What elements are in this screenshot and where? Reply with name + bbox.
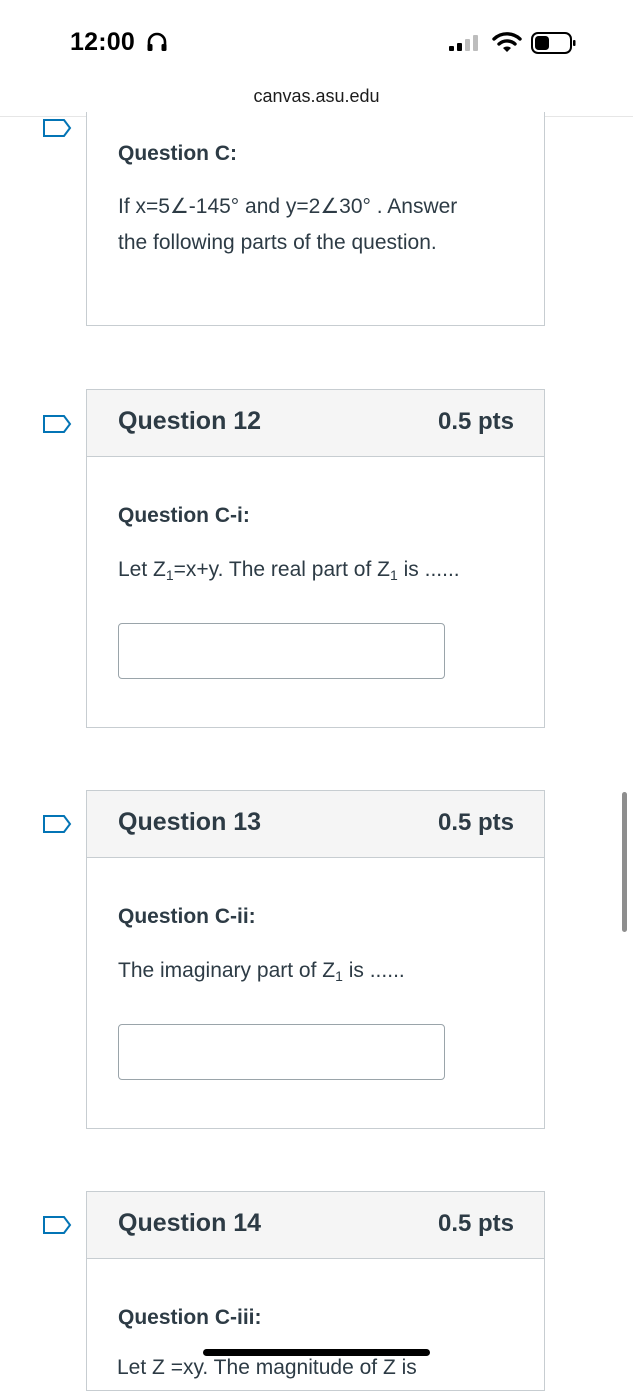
flag-question-icon[interactable] [42, 1215, 72, 1235]
stem-label: Question C: [118, 142, 237, 165]
question-card-13: Question 13 0.5 pts Question C-ii: The i… [86, 790, 545, 1129]
question-card-12: Question 12 0.5 pts Question C-i: Let Z1… [86, 389, 545, 728]
wifi-icon [492, 32, 522, 52]
flag-question-icon[interactable] [42, 814, 72, 834]
question-title: Question 12 [118, 407, 262, 435]
answer-input[interactable] [118, 623, 445, 679]
question-header: Question 13 0.5 pts [87, 791, 544, 858]
stem-card: Question C: If x=5∠-145° and y=2∠30° . A… [86, 112, 545, 326]
stem-text-line-2: the following parts of the question. [118, 231, 437, 254]
question-points: 0.5 pts [437, 1210, 514, 1237]
question-header: Question 12 0.5 pts [87, 390, 544, 457]
answer-input[interactable] [118, 1024, 445, 1080]
stem-text-line-1: If x=5∠-145° and y=2∠30° . Answer [118, 195, 458, 218]
status-bar: 12:00 [0, 0, 633, 86]
question-points: 0.5 pts [437, 408, 514, 435]
url-text: canvas.asu.edu [253, 86, 380, 106]
signal-icon [449, 35, 478, 51]
scrollbar[interactable] [622, 792, 627, 932]
battery-icon [531, 32, 576, 54]
question-label: Question C-i: [118, 504, 250, 527]
question-label: Question C-ii: [118, 905, 256, 928]
question-title: Question 14 [118, 1209, 262, 1237]
status-time: 12:00 [70, 28, 135, 56]
question-title: Question 13 [118, 808, 262, 836]
home-indicator[interactable] [203, 1349, 430, 1356]
question-label: Question C-iii: [118, 1306, 262, 1329]
question-points: 0.5 pts [437, 809, 514, 836]
flag-question-icon[interactable] [42, 414, 72, 434]
flag-question-icon[interactable] [42, 118, 72, 138]
question-header: Question 14 0.5 pts [87, 1192, 544, 1259]
headphones-icon [147, 32, 167, 51]
question-text: The imaginary part of Z1 is ...... [118, 959, 405, 984]
question-text-partial: Let Z =xy. The magnitude of Z is [117, 1356, 417, 1379]
question-text: Let Z1=x+y. The real part of Z1 is .....… [118, 558, 460, 583]
